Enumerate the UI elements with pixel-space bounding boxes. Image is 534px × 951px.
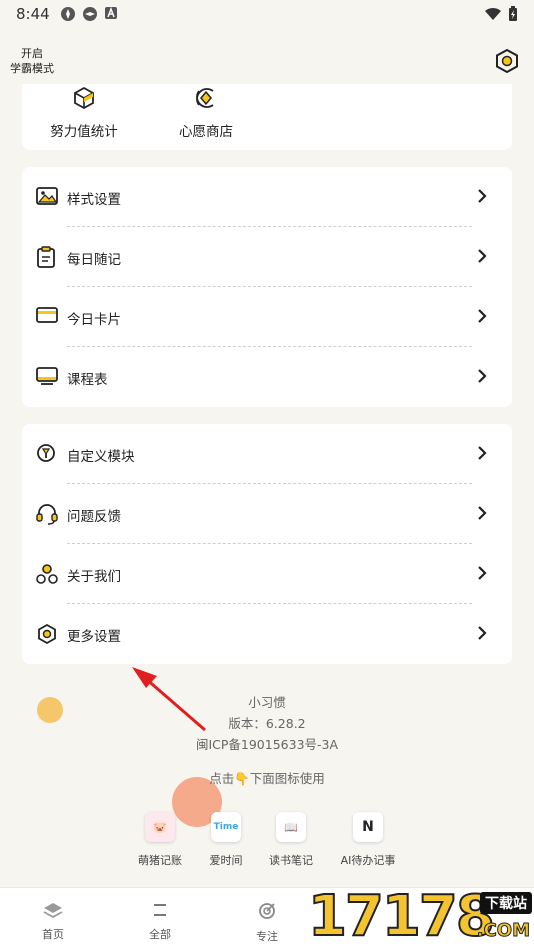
piggy-app-icon: 🐷 xyxy=(145,812,175,842)
notion-app-icon: N xyxy=(353,812,383,842)
app-version: 版本：6.28.2 xyxy=(228,716,306,731)
annotation-overlay xyxy=(37,667,222,827)
layers-icon xyxy=(43,903,63,919)
app-reading-notes[interactable]: 📖 读书笔记 xyxy=(251,812,331,868)
list-icon xyxy=(154,904,166,916)
tab-all[interactable]: 全部 xyxy=(120,902,200,942)
target-icon xyxy=(259,903,275,919)
app-ai-todo[interactable]: N AI待办记事 xyxy=(328,812,408,868)
watermark-suffix: .COM xyxy=(476,920,530,942)
tab-label: 全部 xyxy=(149,928,171,941)
watermark-digits: 17178 xyxy=(307,883,496,950)
site-watermark: 17178 下载站 .COM xyxy=(307,883,534,950)
tab-label: 首页 xyxy=(42,928,64,941)
apps-hint: 点击👇下面图标使用 xyxy=(209,771,325,786)
icp-record: 闽ICP备19015633号-3A xyxy=(195,737,339,752)
tab-label: 专注 xyxy=(256,930,278,943)
promoted-apps: 🐷 萌猪记账 Time 爱时间 📖 读书笔记 N AI待办记事 xyxy=(0,812,534,872)
app-name: 小习惯 xyxy=(248,695,286,710)
tab-home[interactable]: 首页 xyxy=(13,902,93,942)
tab-focus[interactable]: 专注 xyxy=(227,902,307,944)
app-label: 读书笔记 xyxy=(269,854,313,867)
book-app-icon: 📖 xyxy=(276,812,306,842)
time-app-icon: Time xyxy=(211,812,241,842)
watermark-label: 下载站 xyxy=(480,892,532,914)
app-label: AI待办记事 xyxy=(340,854,396,867)
